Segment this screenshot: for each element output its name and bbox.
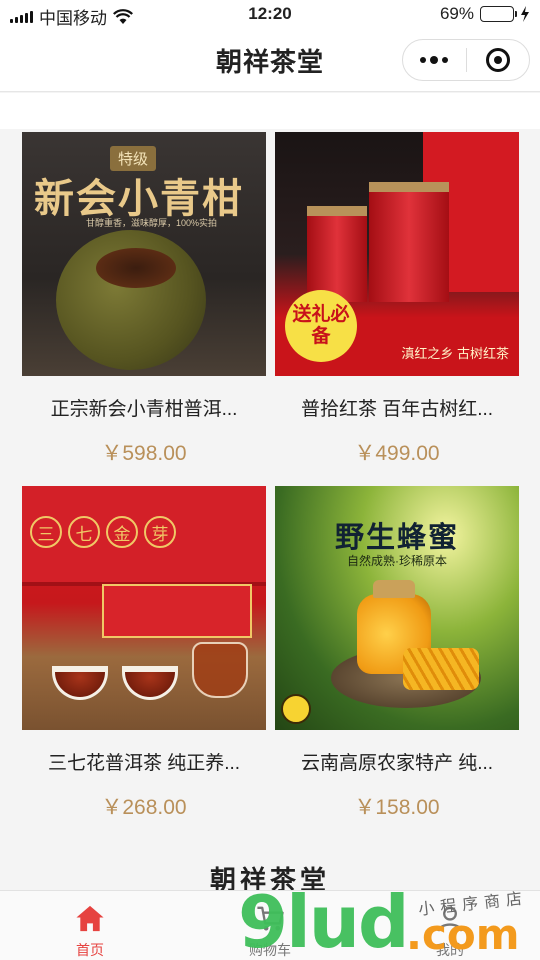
- box-character: 芽: [144, 516, 176, 548]
- status-bar: 中国移动 12:20 69%: [0, 0, 540, 30]
- image-caption: 自然成熟·珍稀原本: [347, 554, 447, 568]
- battery-percent: 69%: [439, 4, 474, 23]
- cart-icon: [257, 906, 284, 931]
- tea-cup-graphic: [52, 666, 108, 700]
- tab-label: 我的: [436, 942, 464, 958]
- box-character: 七: [68, 516, 100, 548]
- mini-program-capsule: [402, 39, 530, 81]
- charging-icon: [521, 6, 529, 22]
- glass-pitcher-graphic: [192, 642, 248, 698]
- product-name[interactable]: 三七花普洱茶 纯正养...: [22, 748, 266, 775]
- product-image[interactable]: 送礼必备 滇红之乡 古树红茶: [275, 132, 519, 376]
- nav-bar: 朝祥茶堂: [0, 30, 540, 92]
- user-icon: [437, 906, 463, 932]
- tea-cup-graphic: [122, 666, 178, 700]
- top-spacer: [0, 93, 540, 129]
- tea-package-graphic: [102, 584, 252, 638]
- more-dot-icon: [442, 57, 449, 63]
- product-image[interactable]: 三 七 金 芽: [22, 486, 266, 730]
- box-characters: 三 七 金 芽: [30, 516, 176, 548]
- image-headline: 野生蜂蜜: [334, 522, 459, 554]
- home-icon: [76, 905, 104, 932]
- product-price: ￥158.00: [354, 796, 440, 819]
- more-dot-icon: [430, 56, 439, 64]
- product-price: ￥598.00: [101, 442, 187, 465]
- tab-profile[interactable]: 我的: [360, 891, 540, 960]
- box-character: 金: [106, 516, 138, 548]
- tab-bar: 首页 购物车 我的: [0, 890, 540, 960]
- product-name[interactable]: 云南高原农家特产 纯...: [275, 748, 519, 775]
- bee-icon: [281, 694, 311, 724]
- tea-tin-graphic: [307, 206, 367, 302]
- more-button[interactable]: [403, 56, 466, 64]
- product-name[interactable]: 正宗新会小青柑普洱...: [22, 394, 266, 421]
- honeycomb-graphic: [403, 648, 479, 690]
- product-image[interactable]: 特级 新会小青柑 甘醇重香，滋味醇厚，100%实拍: [22, 132, 266, 376]
- product-card[interactable]: 野生蜂蜜 自然成熟·珍稀原本 云南高原农家特产 纯... ￥158.00: [275, 486, 519, 821]
- more-dot-icon: [420, 57, 427, 63]
- tab-label: 购物车: [249, 942, 291, 958]
- product-card[interactable]: 三 七 金 芽 三七花普洱茶 纯正养... ￥268.00: [22, 486, 266, 821]
- product-card[interactable]: 特级 新会小青柑 甘醇重香，滋味醇厚，100%实拍 正宗新会小青柑普洱... ￥…: [22, 132, 266, 467]
- status-right: 69%: [440, 4, 530, 24]
- product-name[interactable]: 普拾红茶 百年古树红...: [275, 394, 519, 421]
- battery-icon: [480, 6, 517, 22]
- box-character: 三: [30, 516, 62, 548]
- target-icon: [485, 48, 510, 72]
- image-slogan: 滇红之乡 古树红茶: [401, 346, 509, 361]
- product-image[interactable]: 野生蜂蜜 自然成熟·珍稀原本: [275, 486, 519, 730]
- product-price: ￥268.00: [101, 796, 187, 819]
- tab-home[interactable]: 首页: [0, 891, 180, 960]
- tangerine-graphic: [56, 230, 206, 370]
- gift-badge: 送礼必备: [285, 290, 357, 362]
- close-button[interactable]: [467, 48, 530, 72]
- image-caption: 甘醇重香，滋味醇厚，100%实拍: [86, 218, 218, 228]
- tab-label: 首页: [76, 942, 104, 958]
- tab-cart[interactable]: 购物车: [180, 891, 360, 960]
- product-card[interactable]: 送礼必备 滇红之乡 古树红茶 普拾红茶 百年古树红... ￥499.00: [275, 132, 519, 467]
- tea-tin-graphic: [369, 182, 449, 302]
- product-price: ￥499.00: [354, 442, 440, 465]
